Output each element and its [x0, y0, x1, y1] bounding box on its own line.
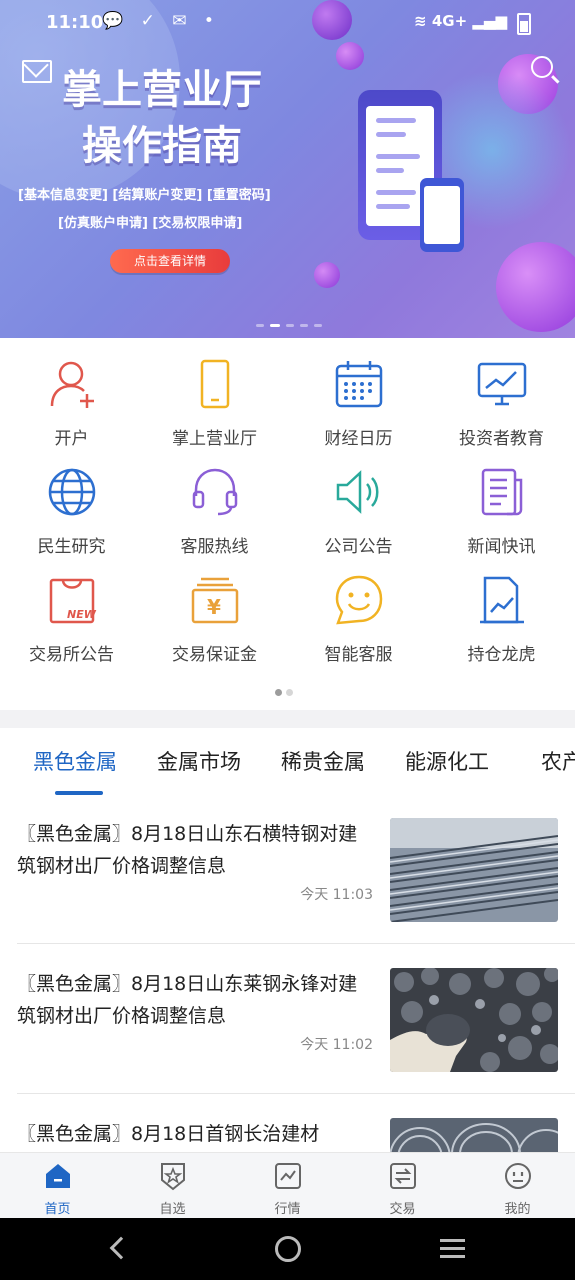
news-separator [17, 943, 575, 944]
svg-text:NEW: NEW [67, 608, 97, 621]
banner-title-line2: 操作指南 [82, 123, 242, 169]
menu-item-mobile-hall[interactable]: 掌上营业厅 [143, 338, 286, 449]
small-phone-illustration [420, 178, 464, 252]
banner-title-line1: 掌上营业厅 [62, 67, 262, 113]
back-icon[interactable] [109, 1236, 133, 1260]
menu-item-news-flash[interactable]: 新闻快讯 [430, 446, 573, 557]
menu-item-label: 交易保证金 [172, 645, 257, 665]
speaker-icon [336, 470, 379, 514]
bottom-navigation: 首页 自选 行情 交易 我的 [0, 1152, 575, 1219]
calendar-icon [335, 361, 383, 408]
menu-item-investor-education[interactable]: 投资者教育 [430, 338, 573, 449]
monitor-chart-icon [477, 362, 527, 406]
status-bar: 11:10 💬 ✓ ✉ • ≋ 4G+ ▂▄▆ [0, 0, 575, 46]
banner-tags-row2: [仿真账户申请] [交易权限申请] [58, 216, 243, 231]
promo-banner[interactable]: 11:10 💬 ✓ ✉ • ≋ 4G+ ▂▄▆ 掌上营业厅 操作指南 [基本信息… [0, 0, 575, 338]
tab-ferrous-metals[interactable]: 黑色金属 [33, 746, 117, 776]
new-bag-icon: NEW [49, 578, 97, 624]
chart-line-icon [275, 1163, 301, 1189]
banner-tags-row1: [基本信息变更] [结算账户变更] [重置密码] [18, 188, 271, 203]
home-icon [46, 1164, 70, 1188]
nav-market[interactable]: 行情 [230, 1153, 345, 1219]
network-type: 4G+ [431, 12, 468, 30]
tab-energy-chemicals[interactable]: 能源化工 [405, 746, 489, 776]
menu-item-exchange-notice[interactable]: NEW 交易所公告 [0, 554, 143, 665]
news-item[interactable]: 〖黑色金属〗8月18日山东石横特钢对建筑钢材出厂价格调整信息 今天 11:03 [0, 798, 575, 948]
section-divider [0, 710, 575, 728]
menu-item-research[interactable]: 民生研究 [0, 446, 143, 557]
news-title: 〖黑色金属〗8月18日山东莱钢永锋对建筑钢材出厂价格调整信息 [17, 973, 358, 1027]
mobile-phone-icon [200, 359, 230, 409]
tab-agriculture[interactable]: 农产 [541, 746, 575, 776]
yuan-box-icon: ¥ [191, 577, 239, 624]
menu-item-hotline[interactable]: 客服热线 [143, 446, 286, 557]
nav-home[interactable]: 首页 [0, 1153, 115, 1219]
message-icon[interactable] [22, 60, 52, 83]
menu-item-smart-service[interactable]: 智能客服 [287, 554, 430, 665]
signal-icon: ▂▄▆ [467, 12, 507, 30]
news-thumbnail-ore [390, 968, 558, 1072]
decor-bubble [314, 262, 340, 288]
exchange-icon [390, 1163, 416, 1189]
news-title: 〖黑色金属〗8月18日首钢长治建材 [17, 1123, 320, 1145]
svg-text:¥: ¥ [207, 595, 221, 619]
news-item[interactable]: 〖黑色金属〗8月18日山东莱钢永锋对建筑钢材出厂价格调整信息 今天 11:02 [0, 948, 575, 1098]
menu-item-company-notice[interactable]: 公司公告 [287, 446, 430, 557]
nav-profile[interactable]: 我的 [460, 1153, 575, 1219]
decor-bubble [496, 242, 575, 332]
system-navigation-bar [0, 1218, 575, 1280]
menu-item-open-account[interactable]: 开户 [0, 338, 143, 449]
tab-precious-metals[interactable]: 稀贵金属 [281, 746, 365, 776]
news-title: 〖黑色金属〗8月18日山东石横特钢对建筑钢材出厂价格调整信息 [17, 823, 358, 877]
news-time: 今天 11:02 [300, 1037, 373, 1053]
profile-face-icon [505, 1163, 531, 1189]
tab-metal-market[interactable]: 金属市场 [157, 746, 241, 776]
nav-watchlist[interactable]: 自选 [115, 1153, 230, 1219]
menu-item-margin[interactable]: ¥ 交易保证金 [143, 554, 286, 665]
news-icon [481, 468, 523, 516]
person-add-icon [50, 361, 94, 408]
menu-item-label: 持仓龙虎 [467, 645, 536, 665]
nav-label: 首页 [44, 1202, 71, 1217]
nav-label: 交易 [389, 1202, 416, 1217]
banner-tags: [基本信息变更] [结算账户变更] [重置密码] [仿真账户申请] [交易权限申… [18, 182, 271, 238]
menu-item-label: 交易所公告 [29, 645, 114, 665]
notification-icons: 💬 ✓ ✉ • [102, 11, 220, 31]
view-details-button[interactable]: 点击查看详情 [110, 249, 230, 273]
recent-apps-icon[interactable] [440, 1239, 465, 1258]
news-separator [17, 1093, 575, 1094]
nav-trade[interactable]: 交易 [345, 1153, 460, 1219]
menu-item-position-ranking[interactable]: 持仓龙虎 [430, 554, 573, 665]
globe-icon [48, 468, 96, 516]
status-time: 11:10 [46, 12, 104, 33]
report-chart-icon [480, 576, 524, 624]
wifi-icon: ≋ [414, 12, 432, 30]
headset-icon [192, 468, 238, 516]
nav-label: 我的 [504, 1202, 531, 1217]
star-shield-icon [161, 1163, 185, 1191]
search-icon[interactable] [531, 56, 553, 78]
quick-menu-grid: 开户 掌上营业厅 财经日历 投资者教育 民生研究 客服热线 公司公告 新闻快讯 … [0, 338, 575, 710]
smile-chat-icon [335, 575, 383, 625]
decor-bubble [336, 42, 364, 70]
network-indicator: ≋ 4G+ ▂▄▆ [414, 12, 507, 30]
menu-item-finance-calendar[interactable]: 财经日历 [287, 338, 430, 449]
nav-label: 自选 [159, 1202, 186, 1217]
home-circle-icon[interactable] [275, 1236, 301, 1262]
banner-pagination [256, 312, 328, 331]
category-tabs: 黑色金属 金属市场 稀贵金属 能源化工 农产 [0, 728, 575, 798]
menu-pagination [275, 681, 297, 700]
battery-icon [517, 13, 531, 35]
banner-title: 掌上营业厅 操作指南 [62, 62, 262, 174]
news-thumbnail-steel-bars [390, 818, 558, 922]
active-tab-indicator [55, 791, 103, 795]
news-time: 今天 11:03 [300, 887, 373, 903]
nav-label: 行情 [274, 1202, 301, 1217]
menu-item-label: 智能客服 [324, 645, 393, 665]
